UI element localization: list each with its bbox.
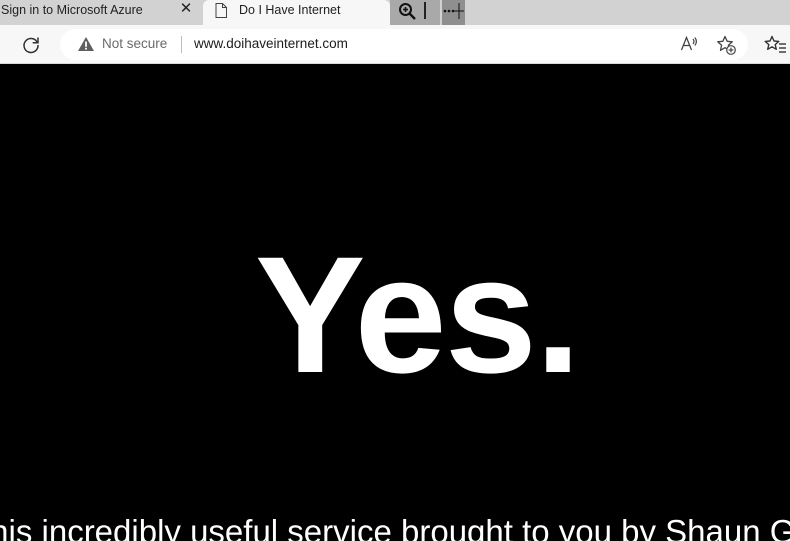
tab-toolbar xyxy=(390,0,465,25)
more-button[interactable] xyxy=(442,0,465,25)
zoom-in-icon xyxy=(399,3,416,20)
navigation-bar: Not secure www.doihaveinternet.com xyxy=(0,25,790,64)
tab-title: Do I Have Internet xyxy=(239,3,341,17)
answer-heading: Yes. xyxy=(254,223,581,408)
zoom-button[interactable] xyxy=(390,0,440,25)
refresh-icon[interactable] xyxy=(20,34,42,56)
tab-microsoft-azure[interactable]: Sign in to Microsoft Azure ✕ xyxy=(0,0,200,25)
warning-icon[interactable] xyxy=(77,36,95,52)
tab-strip: Sign in to Microsoft Azure ✕ Do I Have I… xyxy=(0,0,790,25)
credit-text: This incredibly useful service brought t… xyxy=(0,513,790,541)
security-status-text[interactable]: Not secure xyxy=(102,36,167,51)
url-text[interactable]: www.doihaveinternet.com xyxy=(194,36,348,51)
read-aloud-icon[interactable] xyxy=(680,35,698,53)
page-icon xyxy=(215,3,227,18)
page-content: Yes. This incredibly useful service brou… xyxy=(0,65,790,541)
tab-close-icon[interactable]: ✕ xyxy=(179,1,193,16)
favorites-icon[interactable] xyxy=(764,35,786,55)
address-separator xyxy=(181,36,182,53)
more-icon xyxy=(443,3,464,19)
tab-do-i-have-internet[interactable]: Do I Have Internet xyxy=(203,0,390,25)
text-cursor xyxy=(424,2,426,19)
add-favorite-icon[interactable] xyxy=(716,35,736,55)
address-bar[interactable]: Not secure www.doihaveinternet.com xyxy=(60,29,748,60)
tab-title: Sign in to Microsoft Azure xyxy=(1,3,143,17)
